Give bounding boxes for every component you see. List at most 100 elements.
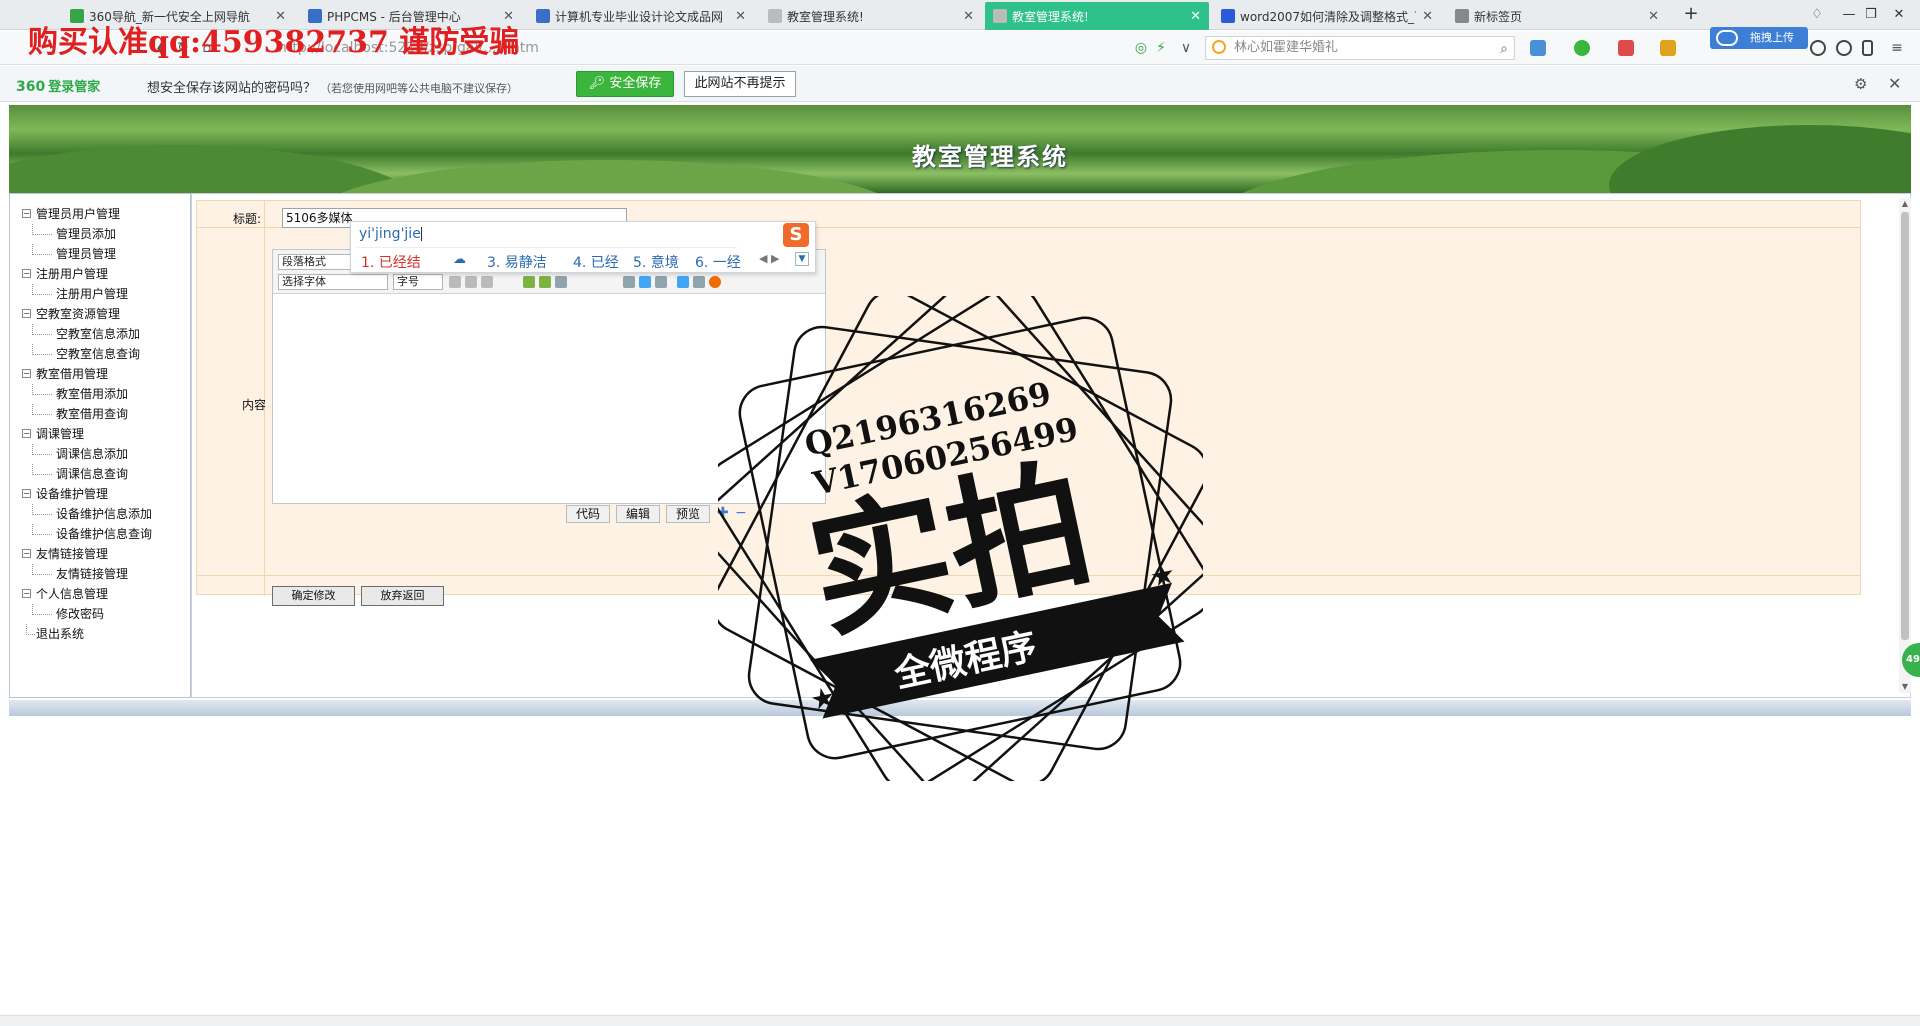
nav-group[interactable]: − 调课管理 xyxy=(22,424,152,444)
nav-group[interactable]: − 设备维护管理 xyxy=(22,484,152,504)
scroll-up-icon[interactable]: ▲ xyxy=(1899,198,1911,210)
nav-item[interactable]: 教室借用添加 xyxy=(22,384,152,404)
tree-connector xyxy=(32,564,52,575)
nav-item[interactable]: 退出系统 xyxy=(22,624,152,644)
tab-close-icon[interactable]: ✕ xyxy=(1648,9,1659,24)
cloud-icon[interactable] xyxy=(1836,40,1852,56)
tab-6[interactable]: 新标签页 ✕ xyxy=(1447,2,1667,30)
safe-save-button[interactable]: 🔑︎ 安全保存 xyxy=(576,71,674,97)
tab-close-icon[interactable]: ✕ xyxy=(1190,9,1201,24)
code-icon[interactable] xyxy=(655,276,667,288)
secure-icon[interactable]: ◎ xyxy=(1130,37,1152,59)
ime-candidate[interactable]: 4. 已经 xyxy=(573,252,619,272)
new-tab-button[interactable]: + xyxy=(1680,3,1702,27)
image-icon[interactable] xyxy=(523,276,535,288)
apps-icon[interactable] xyxy=(1530,40,1546,56)
nav-group[interactable]: − 个人信息管理 xyxy=(22,584,152,604)
collapse-icon[interactable]: − xyxy=(22,549,31,558)
scroll-thumb[interactable] xyxy=(1901,212,1909,640)
nav-group[interactable]: − 空教室资源管理 xyxy=(22,304,152,324)
nav-group[interactable]: − 注册用户管理 xyxy=(22,264,152,284)
phone-icon[interactable] xyxy=(1862,40,1873,56)
rich-text-editor[interactable]: 段落格式 选择字体 字号 xyxy=(272,249,826,504)
tab-3[interactable]: 教室管理系统! ✕ xyxy=(760,2,982,30)
collapse-icon[interactable]: − xyxy=(22,209,31,218)
nav-item[interactable]: 管理员添加 xyxy=(22,224,152,244)
ime-candidate[interactable]: 1. 已经结 xyxy=(361,252,421,272)
page-scrollbar[interactable]: ▲ ▼ xyxy=(1899,198,1911,693)
gear-icon[interactable]: ⚙ xyxy=(1854,75,1867,93)
sidebar-nav: − 管理员用户管理 管理员添加 管理员管理 − 注册用户管理 注册用户管理 − 空教室资源管理空… xyxy=(9,193,191,698)
nav-item[interactable]: 修改密码 xyxy=(22,604,152,624)
nav-item[interactable]: 设备维护信息添加 xyxy=(22,504,152,524)
collapse-icon[interactable]: − xyxy=(22,429,31,438)
expand-editor-icon[interactable]: ✚ xyxy=(717,505,729,521)
cancel-return-button[interactable]: 放弃返回 xyxy=(361,586,444,606)
save-icon[interactable] xyxy=(677,276,689,288)
tab-2[interactable]: 计算机专业毕业设计论文成品网 ✕ xyxy=(528,2,754,30)
tab-5[interactable]: word2007如何清除及调整格式_百 ✕ xyxy=(1213,2,1441,30)
shrink-editor-icon[interactable]: − xyxy=(735,505,747,521)
collapse-icon[interactable]: − xyxy=(22,269,31,278)
collapse-icon[interactable]: − xyxy=(22,589,31,598)
nav-item[interactable]: 调课信息添加 xyxy=(22,444,152,464)
confirm-edit-button[interactable]: 确定修改 xyxy=(272,586,355,606)
nav-item[interactable]: 空教室信息查询 xyxy=(22,344,152,364)
menu-icon[interactable]: ≡ xyxy=(1886,37,1908,59)
code-mode-button[interactable]: 代码 xyxy=(566,505,610,523)
password-save-bar: 360 登录管家 想安全保存该网站的密码吗？ （若您使用网吧等公共电脑不建议保存） … xyxy=(0,66,1920,102)
ime-page-arrows[interactable]: ◀ ▶ xyxy=(759,252,779,265)
tree-connector xyxy=(32,404,52,415)
skin-icon[interactable]: ♢ xyxy=(1804,3,1830,27)
preview-mode-button[interactable]: 预览 xyxy=(666,505,710,523)
user-icon[interactable] xyxy=(1810,40,1826,56)
nav-item[interactable]: 注册用户管理 xyxy=(22,284,152,304)
collapse-icon[interactable]: − xyxy=(22,489,31,498)
nav-item[interactable]: 教室借用查询 xyxy=(22,404,152,424)
bold-icon[interactable] xyxy=(449,276,461,288)
tab-close-icon[interactable]: ✕ xyxy=(963,9,974,24)
nav-item[interactable]: 设备维护信息查询 xyxy=(22,524,152,544)
italic-icon[interactable] xyxy=(465,276,477,288)
nav-item[interactable]: 管理员管理 xyxy=(22,244,152,264)
restore-icon[interactable]: ❒ xyxy=(1858,3,1884,27)
globe-icon[interactable] xyxy=(639,276,651,288)
ime-candidate[interactable]: 3. 易静洁 xyxy=(487,252,547,272)
tab-4[interactable]: 教室管理系统! ✕ xyxy=(985,2,1209,30)
nav-group[interactable]: − 教室借用管理 xyxy=(22,364,152,384)
nav-group[interactable]: − 友情链接管理 xyxy=(22,544,152,564)
underline-icon[interactable] xyxy=(481,276,493,288)
font-size-select[interactable]: 字号 xyxy=(393,274,443,290)
tree-connector xyxy=(32,604,52,615)
scroll-down-icon[interactable]: ▼ xyxy=(1899,681,1911,693)
collapse-icon[interactable]: − xyxy=(22,369,31,378)
font-select[interactable]: 选择字体 xyxy=(278,274,388,290)
ime-candidate[interactable]: 5. 意境 xyxy=(633,252,679,272)
never-remind-button[interactable]: 此网站不再提示 xyxy=(684,71,796,97)
translate-icon[interactable] xyxy=(1660,40,1676,56)
close-icon[interactable]: ✕ xyxy=(1888,74,1901,93)
drag-upload-button[interactable]: 拖拽上传 xyxy=(1710,27,1808,49)
shield-icon[interactable] xyxy=(1574,40,1590,56)
link-insert-icon[interactable] xyxy=(623,276,635,288)
nav-group[interactable]: − 管理员用户管理 xyxy=(22,204,152,224)
ime-expand-icon[interactable]: ▼ xyxy=(795,252,809,266)
tab-close-icon[interactable]: ✕ xyxy=(735,9,746,24)
ime-candidate[interactable]: 6. 一经 xyxy=(695,252,741,272)
speed-icon[interactable]: ⚡ xyxy=(1150,37,1172,59)
nav-item[interactable]: 调课信息查询 xyxy=(22,464,152,484)
edit-mode-button[interactable]: 编辑 xyxy=(616,505,660,523)
media-icon[interactable] xyxy=(539,276,551,288)
close-window-icon[interactable]: ✕ xyxy=(1886,3,1912,27)
nav-item[interactable]: 空教室信息添加 xyxy=(22,324,152,344)
help-icon[interactable] xyxy=(709,276,721,288)
search-icon[interactable]: ⌕ xyxy=(1500,38,1508,60)
tab-close-icon[interactable]: ✕ xyxy=(1422,9,1433,24)
search-input[interactable]: 林心如霍建华婚礼 ⌕ xyxy=(1205,36,1515,60)
fullscreen-icon[interactable] xyxy=(693,276,705,288)
nav-item[interactable]: 友情链接管理 xyxy=(22,564,152,584)
table-icon[interactable] xyxy=(555,276,567,288)
collapse-icon[interactable]: − xyxy=(22,309,31,318)
dropdown-icon[interactable]: ∨ xyxy=(1175,37,1197,59)
pdf-icon[interactable] xyxy=(1618,40,1634,56)
